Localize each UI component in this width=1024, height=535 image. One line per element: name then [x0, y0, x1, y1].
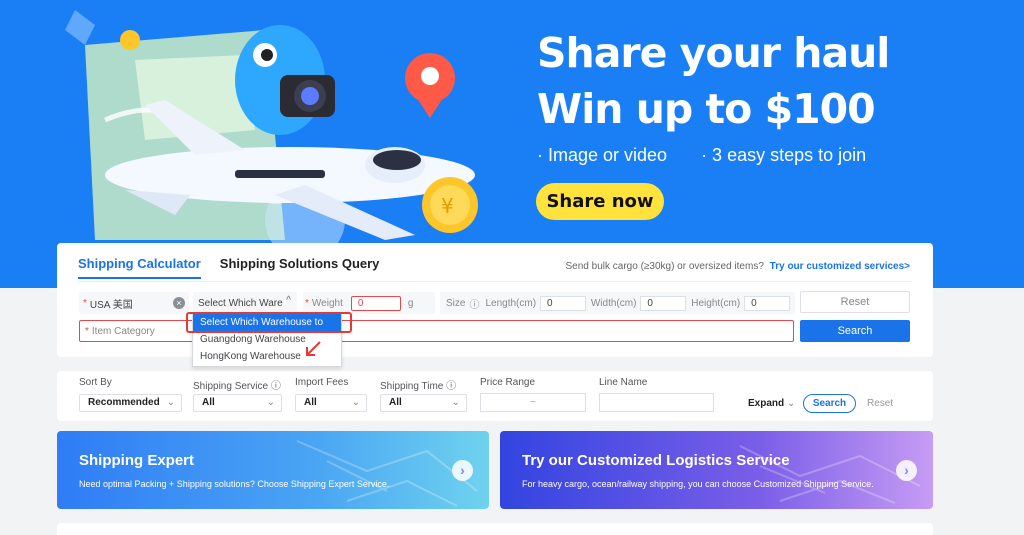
required-mark: *: [305, 297, 309, 309]
chevron-down-icon: ⌄: [166, 397, 175, 408]
banner-bullets: · Image or video · 3 easy steps to join: [537, 145, 866, 166]
shipping-calculator-panel: Shipping Calculator Shipping Solutions Q…: [57, 243, 933, 357]
weight-input[interactable]: 0: [350, 295, 401, 311]
sort-by-value: Recommended: [88, 397, 160, 408]
import-fees-value: All: [304, 397, 317, 408]
chevron-down-icon: ⌄: [451, 397, 460, 408]
sort-by-select[interactable]: Recommended ⌄: [79, 394, 182, 412]
width-input[interactable]: 0: [640, 295, 687, 311]
line-name-input[interactable]: [599, 393, 714, 412]
import-fees-select[interactable]: All ⌄: [295, 394, 367, 412]
card-title: Shipping Expert: [79, 452, 195, 469]
card-description: Need optimal Packing + Shipping solution…: [79, 479, 390, 489]
search-button[interactable]: Search: [800, 320, 910, 342]
weight-field: * Weight 0 g: [303, 292, 435, 314]
tab-shipping-calculator[interactable]: Shipping Calculator: [78, 256, 201, 279]
shipping-time-select[interactable]: All ⌄: [380, 394, 467, 412]
chevron-right-icon[interactable]: ›: [896, 460, 917, 481]
length-label: Length(cm): [485, 297, 537, 309]
size-label: Size: [446, 297, 466, 309]
height-input[interactable]: 0: [744, 295, 790, 311]
filter-bar: Sort By Recommended ⌄ Shipping Service ⓘ…: [57, 371, 933, 421]
shipping-time-value: All: [389, 397, 402, 408]
warehouse-select[interactable]: Select Which Ware ^: [193, 292, 297, 314]
price-range-input[interactable]: ~: [480, 393, 586, 412]
chevron-down-icon: ⌄: [351, 397, 360, 408]
destination-country-select[interactable]: * USA 美国 ×: [79, 292, 189, 314]
import-fees-label: Import Fees: [295, 377, 349, 388]
airplane-mascot-illustration: ¥: [65, 10, 478, 250]
tab-divider: [78, 281, 912, 282]
weight-label: Weight: [311, 297, 343, 309]
filter-reset-button[interactable]: Reset: [867, 398, 893, 409]
width-label: Width(cm): [590, 297, 637, 309]
banner-bullet-image-video: · Image or video: [537, 145, 668, 165]
results-container-top: [57, 523, 933, 535]
bulk-cargo-notice: Send bulk cargo (≥30kg) or oversized ite…: [566, 261, 910, 272]
chevron-up-icon: ^: [286, 295, 291, 306]
item-category-placeholder: Item Category: [91, 325, 155, 337]
shipping-service-select[interactable]: All ⌄: [193, 394, 282, 412]
shipping-expert-card[interactable]: Shipping Expert Need optimal Packing + S…: [57, 431, 489, 509]
banner-bullet-steps: · 3 easy steps to join: [701, 145, 867, 165]
country-value: USA 美国: [89, 299, 133, 311]
shipping-service-value: All: [202, 397, 215, 408]
price-range-label: Price Range: [480, 377, 536, 388]
shipping-time-label: Shipping Time ⓘ: [380, 381, 457, 392]
annotation-arrow-icon: [306, 341, 321, 356]
tab-shipping-solutions-query[interactable]: Shipping Solutions Query: [220, 256, 380, 279]
sort-by-label: Sort By: [79, 377, 112, 388]
weight-unit: g: [407, 297, 414, 309]
card-description: For heavy cargo, ocean/railway shipping,…: [522, 479, 874, 489]
calculator-tabs: Shipping Calculator Shipping Solutions Q…: [78, 256, 379, 279]
expand-toggle[interactable]: Expand ⌄: [748, 398, 795, 409]
filter-search-button[interactable]: Search: [803, 394, 856, 413]
share-now-button[interactable]: Share now: [536, 183, 664, 220]
clear-icon[interactable]: ×: [173, 297, 185, 309]
chevron-down-icon: ⌄: [786, 398, 796, 409]
warehouse-value: Select Which Ware: [198, 297, 283, 309]
length-input[interactable]: 0: [540, 295, 586, 311]
shipping-service-label: Shipping Service ⓘ: [193, 381, 281, 392]
banner-headline-line1: Share your haul: [537, 29, 890, 77]
height-label: Height(cm): [691, 297, 741, 309]
reset-button[interactable]: Reset: [800, 291, 910, 313]
card-title: Try our Customized Logistics Service: [522, 452, 790, 469]
required-mark: *: [83, 297, 87, 309]
required-mark: *: [85, 325, 89, 337]
customized-logistics-card[interactable]: Try our Customized Logistics Service For…: [500, 431, 933, 509]
chevron-down-icon: ⌄: [266, 397, 275, 408]
annotation-highlight-box: [186, 312, 352, 333]
help-icon: ⓘ: [469, 299, 480, 311]
bulk-cargo-text: Send bulk cargo (≥30kg) or oversized ite…: [565, 261, 764, 272]
banner-headline-line2: Win up to $100: [537, 85, 876, 133]
line-name-label: Line Name: [599, 377, 648, 388]
svg-text:¥: ¥: [441, 194, 454, 218]
customized-services-link[interactable]: Try our customized services>: [770, 261, 910, 272]
size-field: Size ⓘ Length(cm) 0 Width(cm) 0 Height(c…: [440, 292, 795, 314]
chevron-right-icon[interactable]: ›: [452, 460, 473, 481]
